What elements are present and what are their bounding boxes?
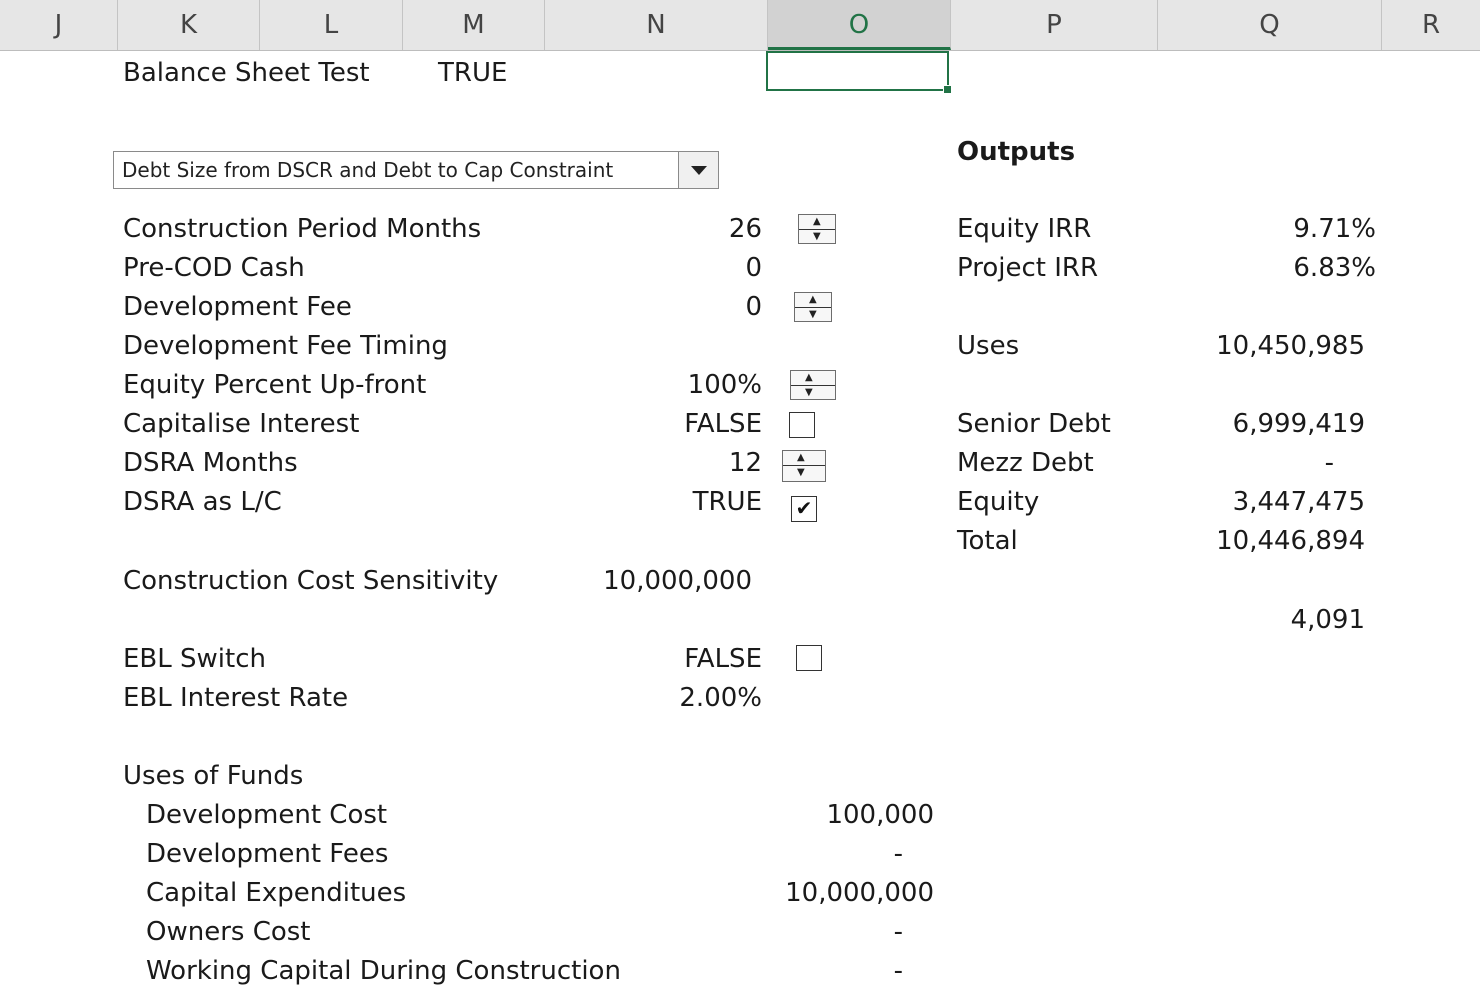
column-header-r[interactable]: R xyxy=(1382,0,1480,50)
input-label: Equity Percent Up-front xyxy=(123,370,427,400)
uses-row-value: - xyxy=(893,956,903,986)
output-value: 6.83% xyxy=(1293,253,1376,283)
chevron-down-icon xyxy=(691,166,707,175)
sensitivity-value[interactable]: 10,000,000 xyxy=(552,566,752,596)
balance-sheet-test-value: TRUE xyxy=(438,58,508,88)
column-header-j[interactable]: J xyxy=(0,0,118,50)
output-label: Total xyxy=(957,526,1018,556)
spin-down-icon[interactable]: ▼ xyxy=(797,468,805,478)
uses-row-value: - xyxy=(893,917,903,947)
input-label: Pre-COD Cash xyxy=(123,253,305,283)
output-label: Project IRR xyxy=(957,253,1099,283)
output-value: 3,447,475 xyxy=(1232,487,1365,517)
development-fee-spinner[interactable]: ▲ ▼ xyxy=(794,292,832,322)
input-label: DSRA as L/C xyxy=(123,487,282,517)
column-header-m[interactable]: M xyxy=(403,0,545,50)
output-value: 10,450,985 xyxy=(1216,331,1365,361)
ebl-label: EBL Interest Rate xyxy=(123,683,349,713)
column-header-o[interactable]: O xyxy=(768,0,951,50)
spin-down-icon[interactable]: ▼ xyxy=(809,310,817,320)
output-value: 9.71% xyxy=(1293,214,1376,244)
column-header-k[interactable]: K xyxy=(118,0,260,50)
construction-months-spinner[interactable]: ▲ ▼ xyxy=(798,214,836,244)
output-value: - xyxy=(1324,448,1334,478)
uses-row-label: Working Capital During Construction xyxy=(146,956,621,986)
ebl-value[interactable]: 2.00% xyxy=(562,683,762,713)
column-header-n[interactable]: N xyxy=(545,0,768,50)
input-label: DSRA Months xyxy=(123,448,298,478)
dsra-lc-checkbox[interactable]: ✔ xyxy=(791,496,817,522)
spin-up-icon[interactable]: ▲ xyxy=(813,217,821,227)
input-value-cell[interactable]: 0 xyxy=(562,253,762,283)
input-label: Capitalise Interest xyxy=(123,409,360,439)
output-value: 10,446,894 xyxy=(1216,526,1365,556)
spin-up-icon[interactable]: ▲ xyxy=(805,373,813,383)
uses-of-funds-title: Uses of Funds xyxy=(123,761,304,791)
output-label: Senior Debt xyxy=(957,409,1111,439)
column-header-l[interactable]: L xyxy=(260,0,403,50)
capitalise-interest-checkbox[interactable] xyxy=(789,412,815,438)
uses-row-value: 100,000 xyxy=(826,800,934,830)
ebl-label: EBL Switch xyxy=(123,644,266,674)
output-label: Mezz Debt xyxy=(957,448,1094,478)
column-header-p[interactable]: P xyxy=(951,0,1158,50)
spin-down-icon[interactable]: ▼ xyxy=(813,232,821,242)
uses-row-value: - xyxy=(893,839,903,869)
dropdown-selected-text: Debt Size from DSCR and Debt to Cap Cons… xyxy=(122,158,614,182)
spin-up-icon[interactable]: ▲ xyxy=(809,295,817,305)
input-value-cell[interactable]: TRUE xyxy=(562,487,762,517)
debt-sizing-dropdown[interactable]: Debt Size from DSCR and Debt to Cap Cons… xyxy=(113,151,719,189)
dropdown-button[interactable] xyxy=(678,152,718,188)
input-value-cell[interactable]: FALSE xyxy=(562,409,762,439)
input-value-cell[interactable]: 0 xyxy=(562,292,762,322)
output-label: Equity xyxy=(957,487,1040,517)
ebl-value[interactable]: FALSE xyxy=(562,644,762,674)
ebl-switch-checkbox[interactable] xyxy=(796,645,822,671)
uses-row-label: Owners Cost xyxy=(146,917,311,947)
uses-row-value: 10,000,000 xyxy=(785,878,934,908)
sensitivity-label: Construction Cost Sensitivity xyxy=(123,566,499,596)
uses-funding-difference: 4,091 xyxy=(1290,605,1365,635)
input-label: Construction Period Months xyxy=(123,214,482,244)
input-value-cell[interactable]: 100% xyxy=(562,370,762,400)
outputs-title: Outputs xyxy=(957,137,1076,167)
uses-row-label: Development Fees xyxy=(146,839,389,869)
input-value-cell[interactable]: 26 xyxy=(562,214,762,244)
output-label: Equity IRR xyxy=(957,214,1092,244)
input-label: Development Fee Timing xyxy=(123,331,448,361)
dsra-months-spinner[interactable]: ▲ ▼ xyxy=(782,450,826,482)
spin-down-icon[interactable]: ▼ xyxy=(805,388,813,398)
selected-cell-o[interactable] xyxy=(766,51,952,94)
input-value-cell[interactable]: 12 xyxy=(562,448,762,478)
balance-sheet-test-label: Balance Sheet Test xyxy=(123,58,370,88)
uses-row-label: Capital Expenditues xyxy=(146,878,407,908)
column-header-q[interactable]: Q xyxy=(1158,0,1382,50)
column-header-bar: J K L M N O P Q R xyxy=(0,0,1480,51)
equity-percent-spinner[interactable]: ▲ ▼ xyxy=(790,370,836,400)
uses-row-label: Development Cost xyxy=(146,800,388,830)
spin-up-icon[interactable]: ▲ xyxy=(797,453,805,463)
fill-handle[interactable] xyxy=(943,85,952,94)
output-label: Uses xyxy=(957,331,1020,361)
checkmark-icon: ✔ xyxy=(795,496,813,520)
output-value: 6,999,419 xyxy=(1232,409,1365,439)
input-label: Development Fee xyxy=(123,292,352,322)
